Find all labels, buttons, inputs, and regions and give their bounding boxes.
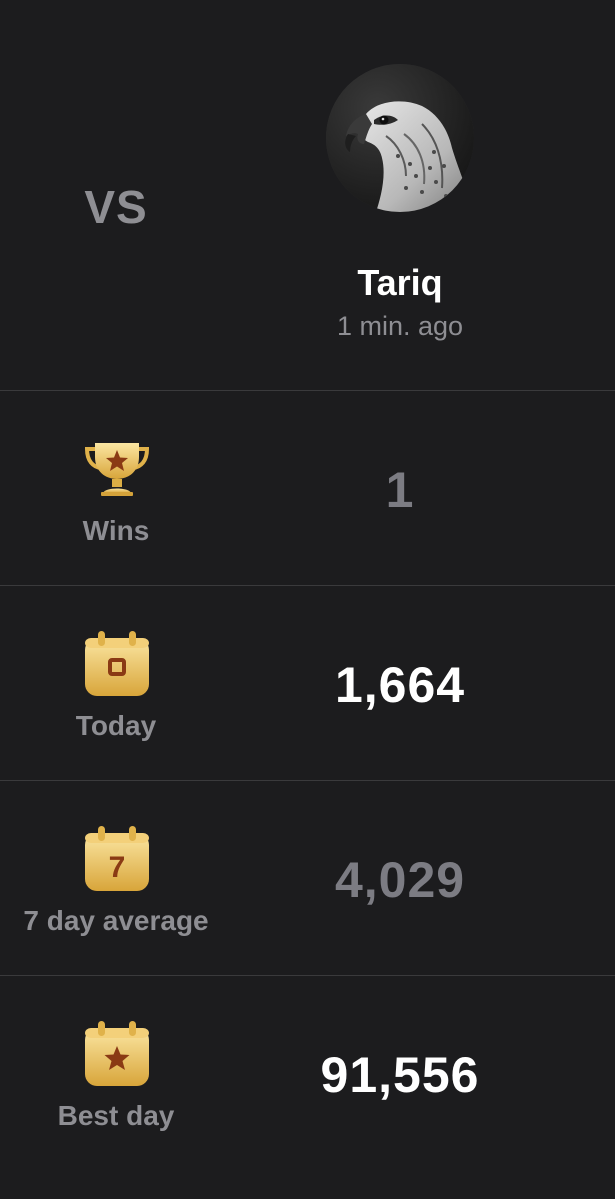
opponent-last-seen: 1 min. ago <box>336 311 464 341</box>
opponent-avatar[interactable] <box>326 64 474 212</box>
stat-value-wins: 1 <box>385 462 415 518</box>
calendar-week-icon: 7 <box>83 825 151 893</box>
stat-label-wins: Wins <box>82 515 150 546</box>
stat-value-7-day-average: 4,029 <box>334 852 466 908</box>
comparison-header: VS Tariq 1 min. ago <box>0 0 615 390</box>
stat-label-today: Today <box>75 710 157 741</box>
calendar-today-icon <box>83 630 151 698</box>
stat-row-best-day: Best day 91,556 <box>0 976 615 1171</box>
opponent-name[interactable]: Tariq <box>300 262 500 304</box>
stat-value-best-day: 91,556 <box>320 1047 480 1103</box>
calendar-week-glyph: 7 <box>109 851 126 884</box>
stat-value-today: 1,664 <box>334 657 466 713</box>
vs-label: VS <box>84 181 148 233</box>
trophy-star-icon <box>83 435 151 503</box>
stat-label-7-day-average: 7 day average <box>23 905 209 936</box>
stat-row-today: Today 1,664 <box>0 586 615 781</box>
calendar-star-icon <box>83 1020 151 1088</box>
stat-row-7-day-average: 7 7 day average 4,029 <box>0 781 615 976</box>
falcon-avatar-icon <box>326 64 474 212</box>
stat-label-best-day: Best day <box>57 1100 175 1131</box>
stat-row-wins: Wins 1 <box>0 391 615 586</box>
